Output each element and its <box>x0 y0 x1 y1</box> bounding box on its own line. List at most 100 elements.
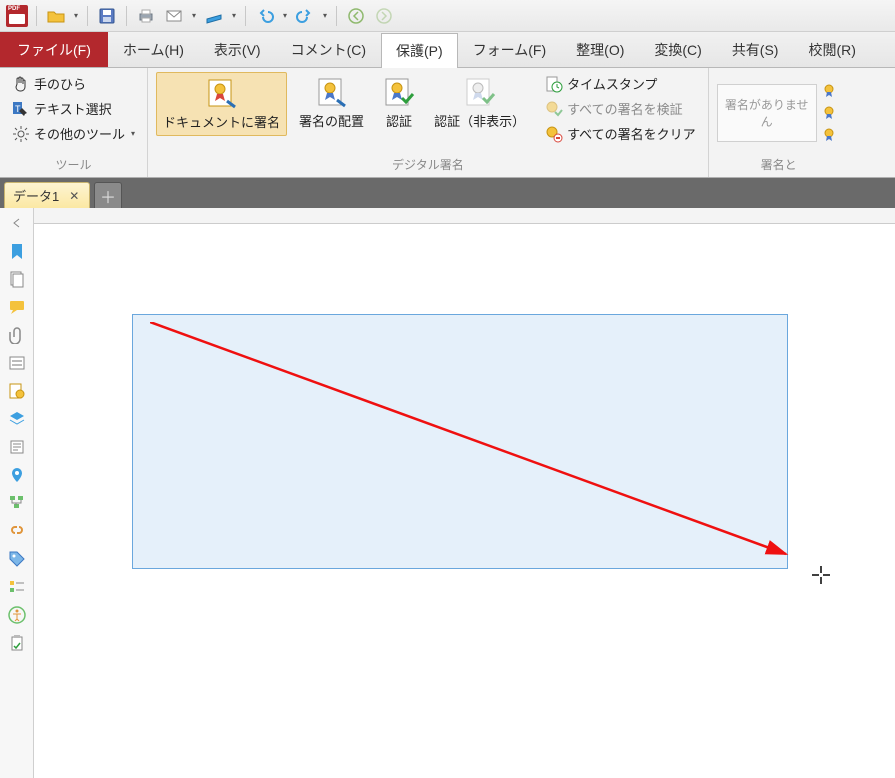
3d-panel-button[interactable] <box>6 492 28 514</box>
group-digital-signature-label: デジタル署名 <box>156 154 700 177</box>
hand-tool-button[interactable]: 手のひら <box>8 72 139 95</box>
scan-dropdown[interactable]: ▾ <box>229 11 239 20</box>
certificate-sign-icon <box>205 77 239 111</box>
attachments-panel-button[interactable] <box>6 324 28 346</box>
layers-panel-button[interactable] <box>6 408 28 430</box>
clear-sign-icon <box>545 125 563 143</box>
cert-small-icon <box>823 127 839 143</box>
quick-access-toolbar: ▾ ▾ ▾ ▾ ▾ <box>0 0 895 32</box>
comments-panel-button[interactable] <box>6 296 28 318</box>
close-icon[interactable]: ✕ <box>69 189 79 203</box>
sign-document-button[interactable]: ドキュメントに署名 <box>156 72 287 136</box>
separator <box>126 6 127 26</box>
save-button[interactable] <box>94 3 120 29</box>
accessibility-panel-button[interactable] <box>6 604 28 626</box>
text-select-label: テキスト選択 <box>34 99 112 118</box>
tree-icon <box>8 494 26 512</box>
spelling-panel-button[interactable] <box>6 576 28 598</box>
certify-hidden-button[interactable]: 認証（非表示） <box>428 72 531 134</box>
fields-panel-button[interactable] <box>6 352 28 374</box>
sig-side-button-1[interactable] <box>821 81 841 101</box>
ribbon: 手のひら T テキスト選択 その他のツール ▾ ツール ドキュメントに署名 <box>0 68 895 178</box>
timestamp-button[interactable]: タイムスタンプ <box>541 72 700 95</box>
tab-convert[interactable]: 変換(C) <box>639 32 716 67</box>
certify-label: 認証 <box>386 114 412 130</box>
open-button[interactable] <box>43 3 69 29</box>
ribbon-tabs: ファイル(F) ホーム(H) 表示(V) コメント(C) 保護(P) フォーム(… <box>0 32 895 68</box>
tab-share[interactable]: 共有(S) <box>717 32 794 67</box>
certificate-place-icon <box>315 76 349 110</box>
bookmark-icon <box>8 242 26 260</box>
verify-all-label: すべての署名を検証 <box>567 99 683 118</box>
chevron-down-icon: ▾ <box>131 129 135 138</box>
tab-comment[interactable]: コメント(C) <box>276 32 381 67</box>
group-digital-signature: ドキュメントに署名 署名の配置 認証 認証（非表示） タイムスタンプ <box>148 68 709 177</box>
accessibility-icon <box>8 606 26 624</box>
crosshair-cursor <box>812 566 830 589</box>
history-panel-button[interactable] <box>6 632 28 654</box>
text-select-button[interactable]: T テキスト選択 <box>8 97 139 120</box>
other-tools-button[interactable]: その他のツール ▾ <box>8 122 139 145</box>
timestamp-label: タイムスタンプ <box>567 74 657 93</box>
tag-icon <box>8 550 26 568</box>
thumbnails-panel-button[interactable] <box>6 268 28 290</box>
save-icon <box>98 7 116 25</box>
signature-status-box: 署名がありません <box>717 84 817 142</box>
bookmark-panel-button[interactable] <box>6 240 28 262</box>
clipboard-icon <box>8 634 26 652</box>
tags-panel-button[interactable] <box>6 548 28 570</box>
redo-dropdown[interactable]: ▾ <box>320 11 330 20</box>
separator <box>245 6 246 26</box>
other-tools-label: その他のツール <box>34 124 125 143</box>
group-signatures-right: 署名がありません 署名と <box>709 68 849 177</box>
verify-icon <box>545 100 563 118</box>
tab-view[interactable]: 表示(V) <box>199 32 276 67</box>
place-signature-label: 署名の配置 <box>299 114 364 130</box>
scan-button[interactable] <box>201 3 227 29</box>
form-field-icon <box>8 354 26 372</box>
certify-button[interactable]: 認証 <box>376 72 422 134</box>
redo-icon <box>296 7 314 25</box>
content-panel-button[interactable] <box>6 436 28 458</box>
undo-dropdown[interactable]: ▾ <box>280 11 290 20</box>
nav-back-button[interactable] <box>343 3 369 29</box>
tab-review[interactable]: 校閲(R) <box>793 32 870 67</box>
layers-icon <box>8 410 26 428</box>
mail-button[interactable] <box>161 3 187 29</box>
svg-text:T: T <box>15 104 21 114</box>
tab-organize[interactable]: 整理(O) <box>561 32 639 67</box>
hand-tool-label: 手のひら <box>34 74 86 93</box>
clear-all-button[interactable]: すべての署名をクリア <box>541 122 700 145</box>
sig-side-button-3[interactable] <box>821 125 841 145</box>
clock-doc-icon <box>545 75 563 93</box>
verify-all-button[interactable]: すべての署名を検証 <box>541 97 700 120</box>
sig-side-button-2[interactable] <box>821 103 841 123</box>
place-signature-button[interactable]: 署名の配置 <box>293 72 370 134</box>
document-tab-bar: データ1 ✕ ＋ <box>0 178 895 208</box>
arrow-left-circle-icon <box>347 7 365 25</box>
scanner-icon <box>205 7 223 25</box>
tab-home[interactable]: ホーム(H) <box>108 32 199 67</box>
redo-button[interactable] <box>292 3 318 29</box>
signatures-panel-button[interactable] <box>6 380 28 402</box>
open-dropdown[interactable]: ▾ <box>71 11 81 20</box>
content-icon <box>8 438 26 456</box>
print-button[interactable] <box>133 3 159 29</box>
collapse-handle[interactable] <box>6 212 28 234</box>
signature-status-text: 署名がありません <box>722 96 812 130</box>
document-canvas[interactable] <box>34 224 895 778</box>
tab-protect[interactable]: 保護(P) <box>381 33 458 68</box>
tab-file[interactable]: ファイル(F) <box>0 32 108 67</box>
app-icon <box>4 3 30 29</box>
document-tab[interactable]: データ1 ✕ <box>4 182 90 208</box>
destinations-panel-button[interactable] <box>6 464 28 486</box>
group-signatures-right-label: 署名と <box>717 154 841 177</box>
undo-button[interactable] <box>252 3 278 29</box>
links-panel-button[interactable] <box>6 520 28 542</box>
comment-icon <box>8 298 26 316</box>
mail-dropdown[interactable]: ▾ <box>189 11 199 20</box>
certify-hidden-label: 認証（非表示） <box>434 114 525 130</box>
nav-forward-button[interactable] <box>371 3 397 29</box>
add-tab-button[interactable]: ＋ <box>94 182 122 208</box>
tab-form[interactable]: フォーム(F) <box>458 32 561 67</box>
